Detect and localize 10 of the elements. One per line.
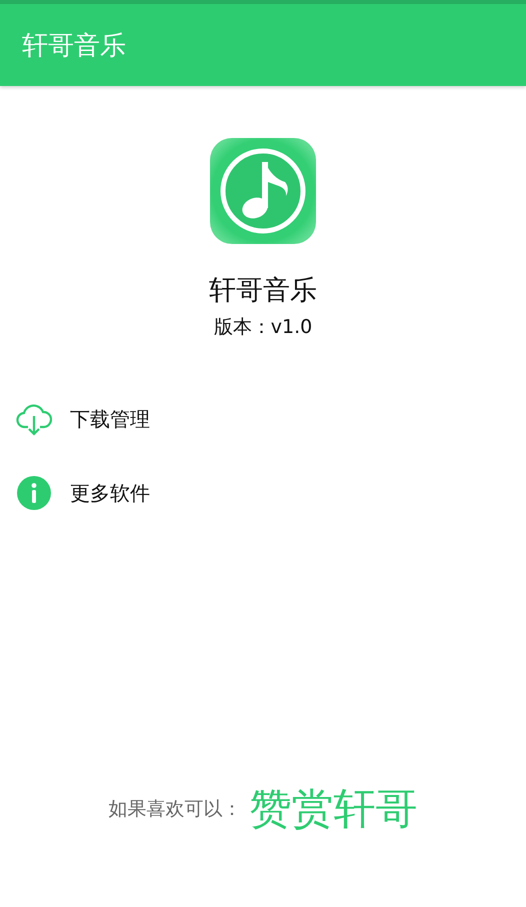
info-icon [16,475,52,511]
app-bar-title: 轩哥音乐 [22,30,126,62]
menu-item[interactable]: 更多软件 [0,456,526,530]
app-name: 轩哥音乐 [209,274,317,308]
menu-item[interactable]: 下载管理 [0,382,526,456]
donate-prompt: 如果喜欢可以： [108,797,242,822]
menu-item-label: 更多软件 [70,480,150,506]
version-text: 版本：v1.0 [214,315,312,340]
menu-item-label: 下载管理 [70,406,150,432]
app-logo-icon [210,138,316,244]
